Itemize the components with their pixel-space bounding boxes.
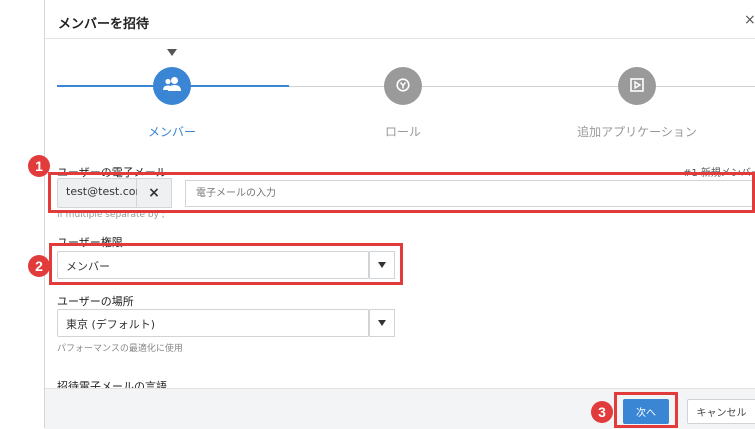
location-label: ユーザーの場所 — [57, 295, 134, 308]
step-remaining-line — [289, 86, 755, 87]
highlight-email-row — [48, 172, 755, 213]
role-icon — [396, 77, 410, 96]
highlight-next-button — [614, 392, 678, 428]
current-step-pointer — [167, 49, 177, 56]
step-label-members: メンバー — [147, 125, 196, 139]
highlight-permission — [49, 243, 403, 285]
cancel-button[interactable]: キャンセル — [687, 399, 755, 424]
dialog-title: メンバーを招待 — [58, 17, 150, 32]
header-divider — [45, 38, 755, 39]
dialog-left-border — [44, 0, 45, 428]
location-hint: パフォーマンスの最適化に使用 — [57, 344, 183, 354]
step-label-role: ロール — [384, 125, 421, 139]
location-select[interactable]: 東京 (デフォルト) — [57, 309, 369, 337]
close-icon[interactable]: × — [744, 12, 755, 28]
application-icon — [630, 77, 644, 96]
location-dropdown-button[interactable] — [369, 309, 395, 337]
step-members[interactable] — [153, 67, 191, 105]
step-label-additional-apps: 追加アプリケーション — [577, 125, 697, 139]
chevron-down-icon — [378, 320, 386, 326]
users-icon — [162, 76, 182, 96]
annotation-badge-3: 3 — [591, 401, 613, 423]
step-role[interactable] — [384, 67, 422, 105]
step-additional-apps[interactable] — [618, 67, 656, 105]
annotation-badge-1: 1 — [28, 155, 50, 177]
annotation-badge-2: 2 — [28, 255, 50, 277]
